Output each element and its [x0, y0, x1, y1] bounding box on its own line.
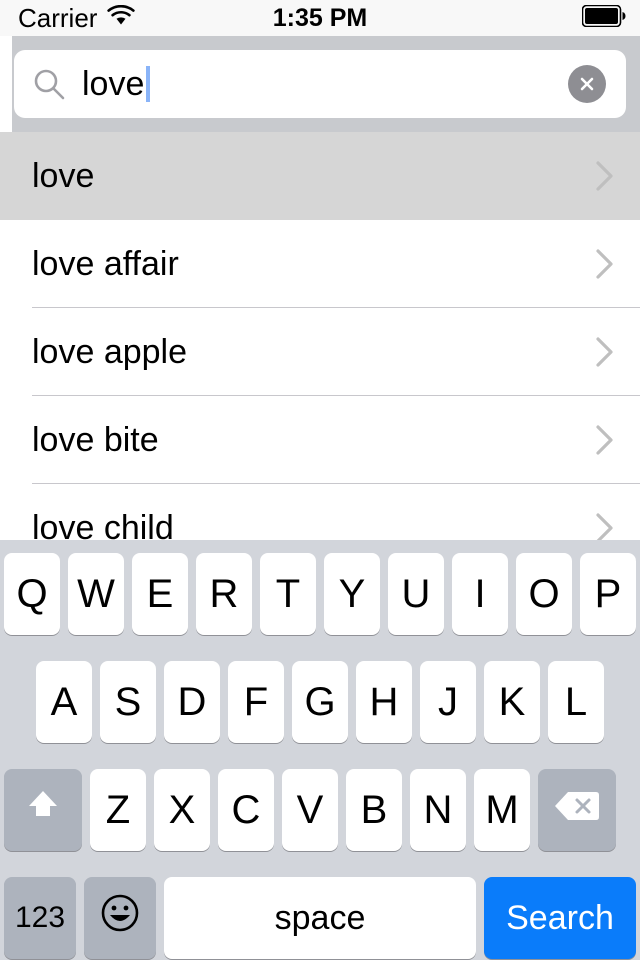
- delete-key[interactable]: [538, 769, 616, 851]
- keyboard-row-4: 123 space Search: [4, 877, 640, 959]
- search-input-value: love: [82, 65, 145, 103]
- chevron-right-icon: [594, 510, 616, 540]
- emoji-key[interactable]: [84, 877, 156, 959]
- key-o[interactable]: O: [516, 553, 572, 635]
- search-key[interactable]: Search: [484, 877, 636, 959]
- keyboard-row-2: A S D F G H J K L: [36, 661, 640, 743]
- list-item-label: love: [32, 156, 95, 195]
- key-s[interactable]: S: [100, 661, 156, 743]
- clear-circle-x-icon[interactable]: [568, 65, 606, 103]
- key-l[interactable]: L: [548, 661, 604, 743]
- space-key[interactable]: space: [164, 877, 476, 959]
- search-input[interactable]: love: [14, 50, 626, 118]
- list-item[interactable]: love: [0, 132, 640, 220]
- list-item[interactable]: love apple: [0, 308, 640, 396]
- keyboard-row-3: Z X C V B N M: [4, 769, 640, 851]
- on-screen-keyboard[interactable]: Q W E R T Y U I O P A S D F G H J K L Z …: [0, 540, 640, 960]
- shift-arrow-up-icon: [23, 785, 63, 835]
- key-w[interactable]: W: [68, 553, 124, 635]
- key-x[interactable]: X: [154, 769, 210, 851]
- chevron-right-icon: [594, 246, 616, 282]
- chevron-right-icon: [594, 422, 616, 458]
- key-q[interactable]: Q: [4, 553, 60, 635]
- key-d[interactable]: D: [164, 661, 220, 743]
- key-k[interactable]: K: [484, 661, 540, 743]
- list-item-label: love affair: [32, 244, 179, 283]
- key-c[interactable]: C: [218, 769, 274, 851]
- key-m[interactable]: M: [474, 769, 530, 851]
- key-n[interactable]: N: [410, 769, 466, 851]
- list-item[interactable]: love affair: [0, 220, 640, 308]
- search-bar-left-edge: [0, 36, 12, 132]
- numbers-key[interactable]: 123: [4, 877, 76, 959]
- status-bar-right: [581, 4, 626, 32]
- phone-screen: Carrier 1:35 PM love love love affair lo…: [0, 0, 640, 960]
- list-item-label: love apple: [32, 332, 188, 371]
- key-a[interactable]: A: [36, 661, 92, 743]
- text-caret: [146, 66, 151, 102]
- search-magnifier-icon: [32, 67, 66, 101]
- search-input-value-wrap: love: [82, 65, 151, 103]
- list-item[interactable]: love bite: [0, 396, 640, 484]
- key-t[interactable]: T: [260, 553, 316, 635]
- chevron-right-icon: [594, 158, 616, 194]
- status-bar-time: 1:35 PM: [272, 3, 368, 32]
- key-v[interactable]: V: [282, 769, 338, 851]
- key-i[interactable]: I: [452, 553, 508, 635]
- status-bar: Carrier 1:35 PM: [0, 0, 640, 36]
- key-e[interactable]: E: [132, 553, 188, 635]
- key-y[interactable]: Y: [324, 553, 380, 635]
- key-u[interactable]: U: [388, 553, 444, 635]
- key-f[interactable]: F: [228, 661, 284, 743]
- search-bar-container: love: [0, 36, 640, 132]
- list-item[interactable]: love child: [0, 484, 640, 540]
- emoji-smiley-icon: [98, 891, 142, 945]
- key-j[interactable]: J: [420, 661, 476, 743]
- key-z[interactable]: Z: [90, 769, 146, 851]
- key-g[interactable]: G: [292, 661, 348, 743]
- keyboard-row-1: Q W E R T Y U I O P: [4, 553, 640, 635]
- key-b[interactable]: B: [346, 769, 402, 851]
- list-item-label: love bite: [32, 420, 159, 459]
- backspace-delete-icon: [554, 788, 600, 833]
- shift-key[interactable]: [4, 769, 82, 851]
- chevron-right-icon: [594, 334, 616, 370]
- suggestions-list[interactable]: love love affair love apple love bite lo…: [0, 132, 640, 540]
- key-h[interactable]: H: [356, 661, 412, 743]
- battery-full-icon: [581, 4, 626, 32]
- list-item-label: love child: [32, 508, 174, 541]
- key-p[interactable]: P: [580, 553, 636, 635]
- key-r[interactable]: R: [196, 553, 252, 635]
